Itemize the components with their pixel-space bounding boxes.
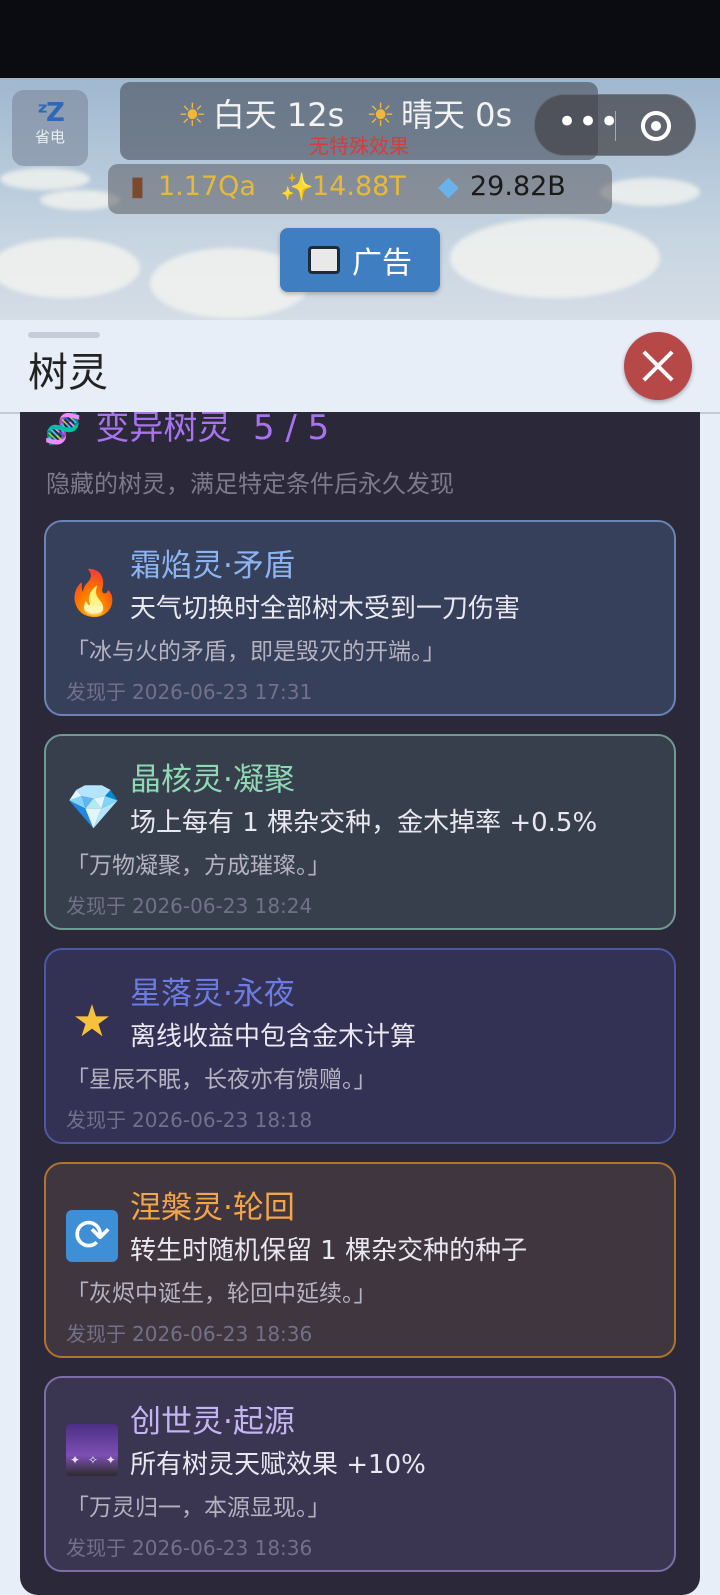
miniprogram-capsule: ••• bbox=[534, 94, 696, 156]
close-button[interactable] bbox=[624, 332, 692, 400]
power-save-label: 省电 bbox=[34, 128, 65, 146]
target-icon[interactable] bbox=[641, 111, 671, 141]
gem-icon: 💎 bbox=[66, 782, 121, 833]
discovered-timestamp: 2026-06-23 18:36 bbox=[132, 1322, 313, 1346]
section-description: 隐藏的树灵，满足特定条件后永久发现 bbox=[46, 470, 454, 498]
spirit-effect: 所有树灵天赋效果 +10% bbox=[130, 1450, 426, 1480]
spirit-quote: 「灰烬中诞生，轮回中延续。」 bbox=[66, 1281, 377, 1307]
weather-effect-text: 无特殊效果 bbox=[309, 134, 409, 158]
spirit-name: 涅槃灵·轮回 bbox=[130, 1190, 295, 1226]
power-save-button[interactable]: ᶻZ 省电 bbox=[12, 90, 88, 166]
discovered-timestamp: 2026-06-23 18:24 bbox=[132, 894, 313, 918]
spirit-card[interactable]: 🔥 霜焰灵·矛盾 天气切换时全部树木受到一刀伤害 「冰与火的矛盾，即是毁灭的开端… bbox=[44, 520, 676, 716]
spirit-quote: 「星辰不眠，长夜亦有馈赠。」 bbox=[66, 1067, 377, 1093]
cloud bbox=[450, 218, 660, 298]
wood-amount: 1.17Qa bbox=[158, 171, 256, 202]
discovered-time: 发现于 2026-06-23 17:31 bbox=[66, 676, 312, 705]
discovered-timestamp: 2026-06-23 17:31 bbox=[132, 680, 313, 704]
discovered-time: 发现于 2026-06-23 18:24 bbox=[66, 890, 312, 919]
spirit-effect: 天气切换时全部树木受到一刀伤害 bbox=[130, 594, 521, 624]
spirit-card[interactable]: ★ 星落灵·永夜 离线收益中包含金木计算 「星辰不眠，长夜亦有馈赠。」 发现于 2… bbox=[44, 948, 676, 1144]
cloud bbox=[0, 238, 140, 298]
spirit-effect: 场上每有 1 棵杂交种，金木掉率 +0.5% bbox=[130, 808, 598, 838]
spirit-card[interactable]: 创世灵·起源 所有树灵天赋效果 +10% 「万灵归一，本源显现。」 发现于202… bbox=[44, 1376, 676, 1572]
more-dots-icon[interactable]: ••• bbox=[557, 105, 620, 139]
discovered-prefix: 发现于 bbox=[66, 680, 126, 704]
discovered-prefix: 发现于 bbox=[66, 1322, 126, 1346]
spirit-effect: 离线收益中包含金木计算 bbox=[130, 1022, 417, 1052]
zzz-icon: ᶻZ bbox=[37, 98, 65, 128]
day-timer: 白天 12s bbox=[212, 96, 345, 134]
ad-button[interactable]: 广告 bbox=[280, 228, 440, 292]
cloud bbox=[600, 178, 700, 206]
section-title-text: 变异树灵 bbox=[95, 412, 232, 448]
spirit-name: 星落灵·永夜 bbox=[130, 976, 295, 1012]
spirit-name: 晶核灵·凝聚 bbox=[130, 762, 295, 798]
tv-icon bbox=[308, 246, 340, 274]
spirit-quote: 「冰与火的矛盾，即是毁灭的开端。」 bbox=[66, 639, 446, 665]
spirit-name: 霜焰灵·矛盾 bbox=[130, 548, 295, 584]
capsule-divider bbox=[615, 111, 616, 141]
panel-title: 树灵 bbox=[28, 350, 108, 396]
dna-icon: 🧬 bbox=[44, 412, 82, 447]
sky-timer: 晴天 0s bbox=[400, 96, 513, 134]
weather-panel: ☀ 白天 12s ☀ 晴天 0s 无特殊效果 bbox=[120, 82, 598, 160]
star-icon: ★ bbox=[72, 996, 112, 1047]
sparkle-icon: ✨ bbox=[280, 172, 314, 203]
section-count: 5 / 5 bbox=[252, 412, 330, 448]
cloud bbox=[0, 168, 90, 190]
spirit-effect: 转生时随机保留 1 棵杂交种的种子 bbox=[130, 1236, 528, 1266]
spirit-card[interactable]: 💎 晶核灵·凝聚 场上每有 1 棵杂交种，金木掉率 +0.5% 「万物凝聚，方成… bbox=[44, 734, 676, 930]
gem-icon: ◆ bbox=[438, 171, 459, 202]
discovered-timestamp: 2026-06-23 18:36 bbox=[132, 1536, 313, 1560]
spirit-quote: 「万灵归一，本源显现。」 bbox=[66, 1495, 331, 1521]
sparkle-amount: 14.88T bbox=[312, 171, 406, 202]
discovered-time: 发现于 2026-06-23 18:36 bbox=[66, 1532, 312, 1561]
discovered-prefix: 发现于 bbox=[66, 1536, 126, 1560]
section-title: 🧬 变异树灵 5 / 5 bbox=[44, 412, 329, 449]
sun-icon: ☀ bbox=[366, 96, 395, 134]
spirit-quote: 「万物凝聚，方成璀璨。」 bbox=[66, 853, 331, 879]
cycle-icon: ⟳ bbox=[66, 1210, 118, 1262]
spirit-card[interactable]: ⟳ 涅槃灵·轮回 转生时随机保留 1 棵杂交种的种子 「灰烬中诞生，轮回中延续。… bbox=[44, 1162, 676, 1358]
ad-button-label: 广告 bbox=[352, 246, 412, 281]
spirit-list[interactable]: 🧬 变异树灵 5 / 5 隐藏的树灵，满足特定条件后永久发现 🔥 霜焰灵·矛盾 天… bbox=[20, 412, 700, 1595]
status-bar bbox=[0, 0, 720, 78]
discovered-time: 发现于 2026-06-23 18:18 bbox=[66, 1104, 312, 1133]
panel-header: 树灵 bbox=[0, 320, 720, 414]
discovered-prefix: 发现于 bbox=[66, 894, 126, 918]
galaxy-icon bbox=[66, 1424, 118, 1486]
resource-bar: ▮ 1.17Qa ✨ 14.88T ◆ 29.82B bbox=[108, 164, 612, 214]
gem-amount: 29.82B bbox=[470, 171, 566, 202]
discovered-timestamp: 2026-06-23 18:18 bbox=[132, 1108, 313, 1132]
discovered-prefix: 发现于 bbox=[66, 1108, 126, 1132]
wood-log-icon: ▮ bbox=[130, 171, 145, 202]
game-top-area: ᶻZ 省电 ☀ 白天 12s ☀ 晴天 0s 无特殊效果 ▮ 1.17Qa ✨ 14.… bbox=[0, 78, 720, 320]
drag-handle[interactable] bbox=[28, 332, 100, 338]
fire-icon: 🔥 bbox=[66, 568, 121, 619]
spirit-name: 创世灵·起源 bbox=[130, 1404, 295, 1440]
discovered-time: 发现于 2026-06-23 18:36 bbox=[66, 1318, 312, 1347]
sun-icon: ☀ bbox=[178, 96, 207, 134]
